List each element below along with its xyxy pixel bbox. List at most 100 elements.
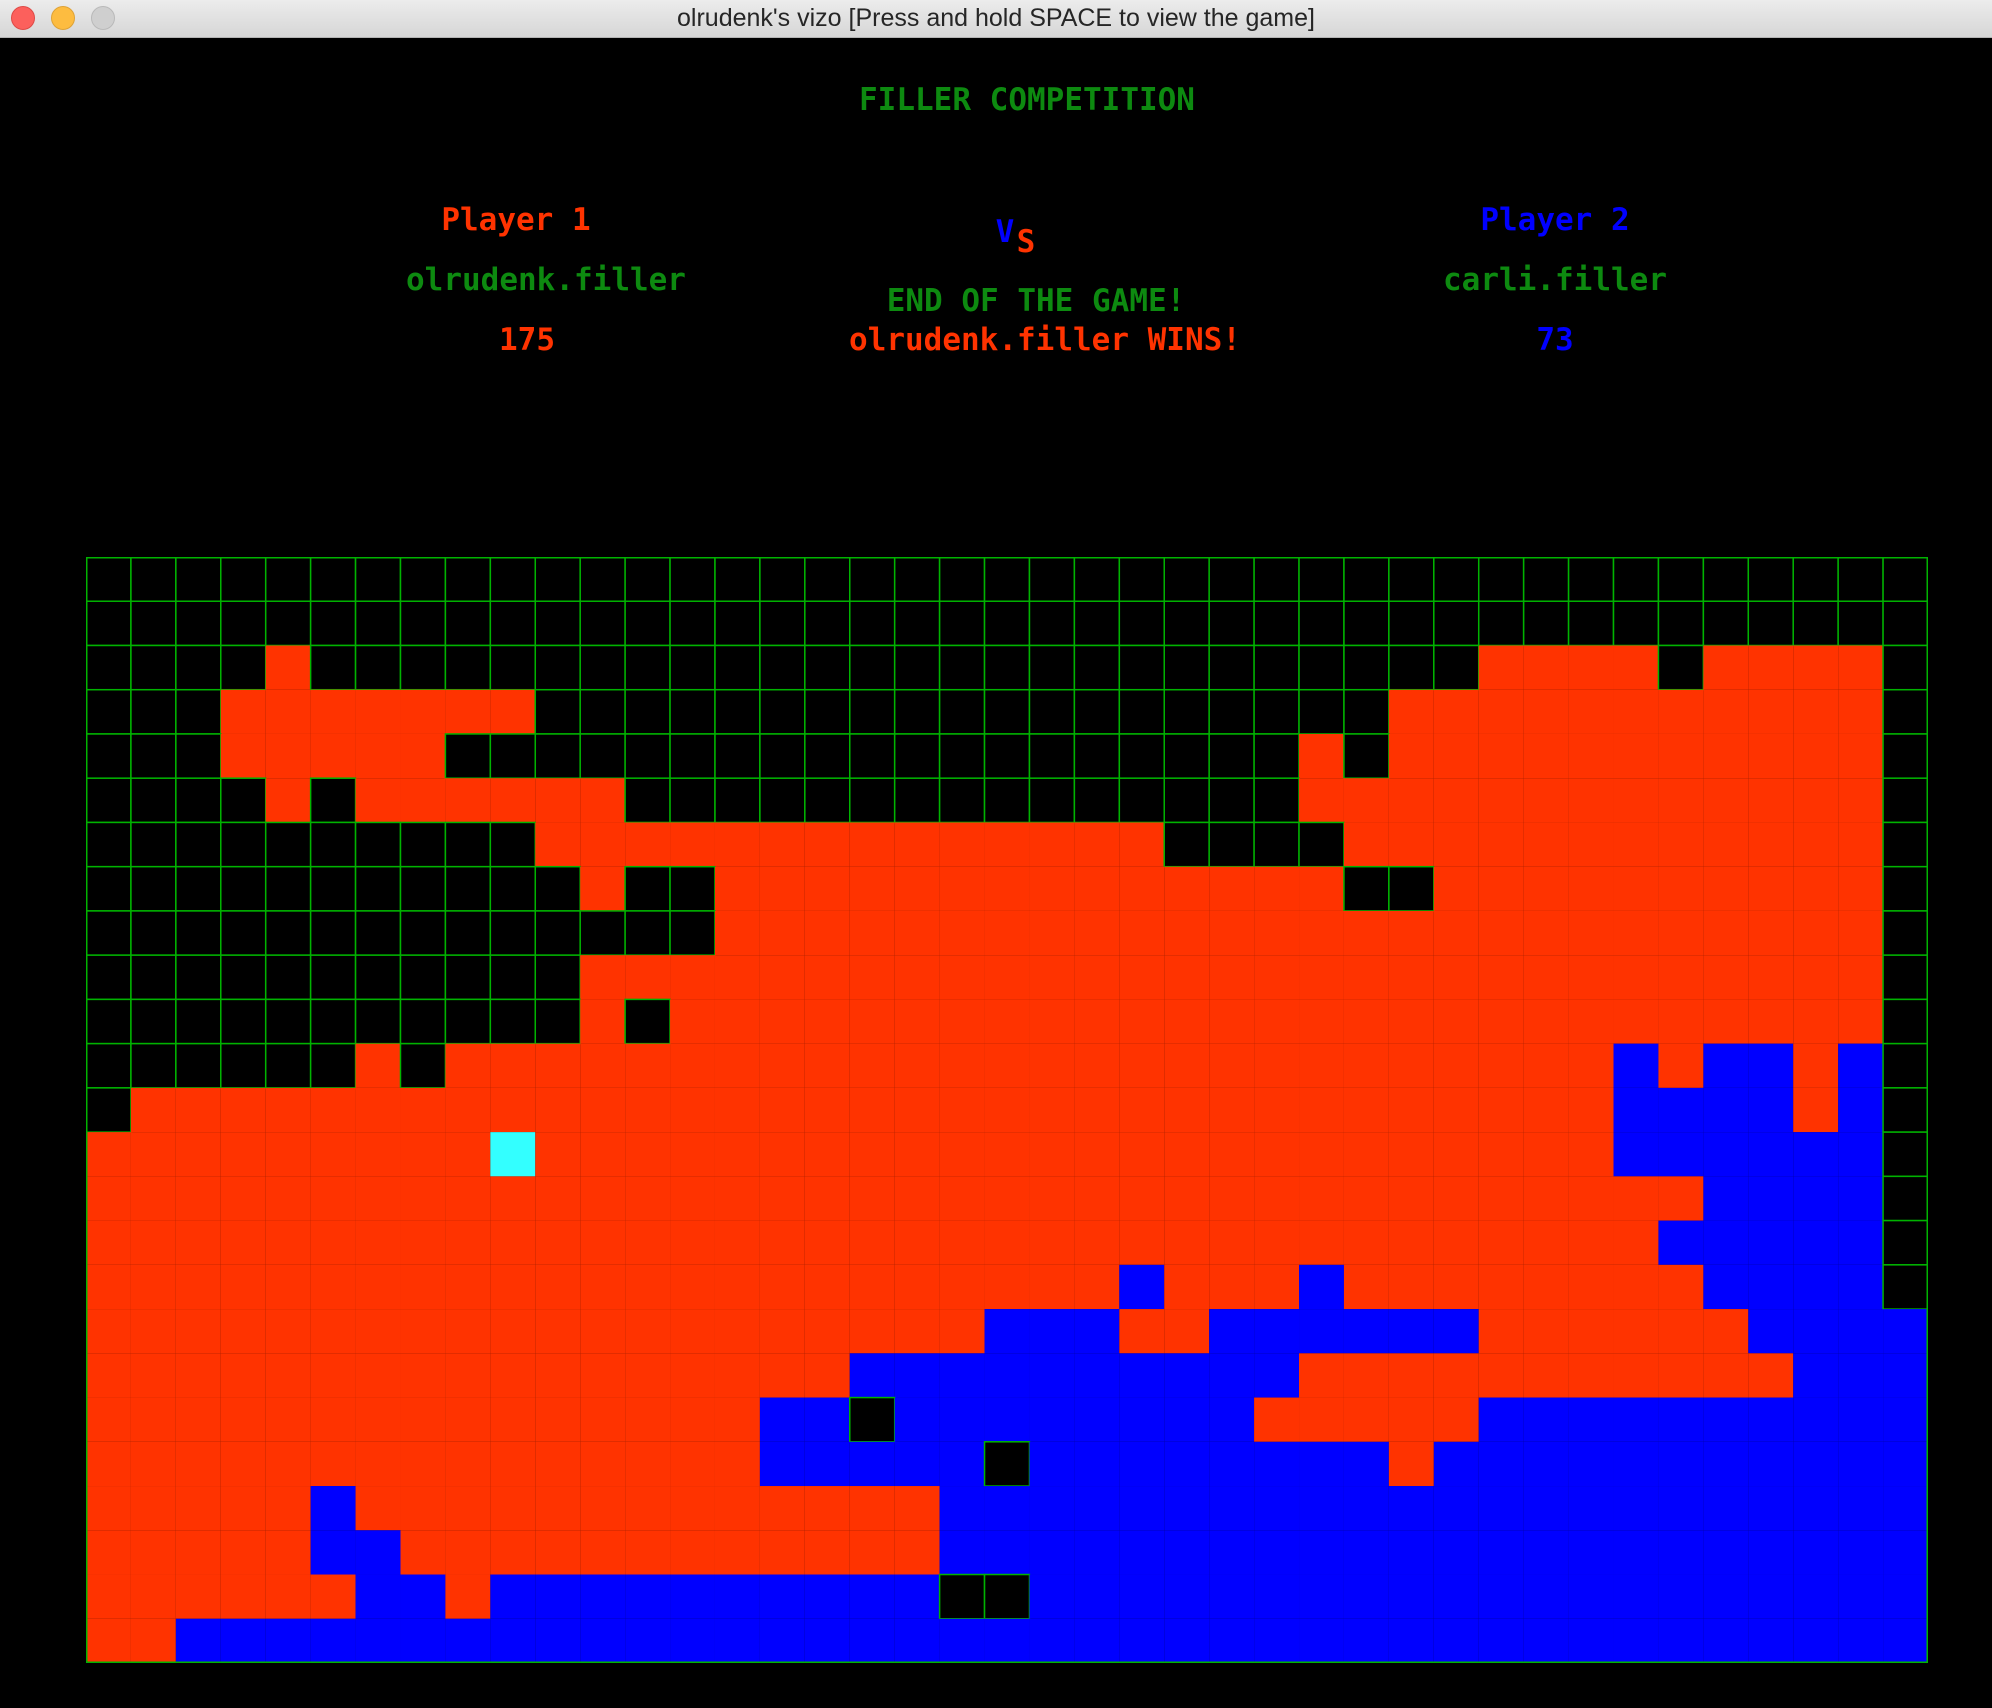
player1-cell: [1254, 955, 1300, 1000]
player2-cell: [1838, 1132, 1884, 1177]
empty-cell: [444, 865, 492, 912]
player1-cell: [1343, 1353, 1389, 1398]
player1-cell: [1388, 822, 1434, 867]
player1-cell: [175, 1574, 221, 1619]
empty-cell: [1163, 600, 1210, 647]
player1-cell: [670, 1309, 715, 1354]
player1-cell: [1299, 733, 1344, 779]
player1-cell: [1299, 1353, 1344, 1398]
player1-cell: [1164, 866, 1210, 911]
player2-cell: [804, 1618, 850, 1663]
player1-cell: [625, 1441, 671, 1487]
player1-cell: [445, 1264, 491, 1310]
empty-cell: [399, 600, 447, 647]
empty-cell: [624, 865, 671, 912]
player1-cell: [220, 1309, 266, 1354]
player1-cell: [1388, 1220, 1434, 1265]
player2-cell: [1029, 1530, 1075, 1575]
player1-cell: [1793, 1087, 1839, 1133]
empty-cell: [220, 557, 267, 602]
player1-cell: [894, 1530, 940, 1575]
player1-cell: [445, 1397, 491, 1442]
player1-cell: [400, 1530, 446, 1575]
player1-cell: [1658, 1309, 1704, 1354]
player1-cell: [1164, 955, 1210, 1000]
empty-cell: [1118, 600, 1165, 647]
empty-cell: [849, 644, 896, 691]
player1-cell: [1613, 955, 1659, 1000]
empty-cell: [1298, 821, 1345, 868]
empty-cell: [1882, 1042, 1928, 1089]
player2-cell: [1748, 1441, 1794, 1487]
player1-cell: [670, 1087, 715, 1133]
player1-cell: [1433, 1353, 1479, 1398]
empty-cell: [1253, 644, 1300, 691]
empty-cell: [130, 733, 177, 779]
empty-cell: [893, 557, 941, 602]
player1-cell: [1388, 1264, 1434, 1310]
empty-cell: [1882, 865, 1928, 912]
player1-cell: [759, 1132, 805, 1177]
player2-cell: [1209, 1618, 1255, 1663]
empty-cell: [759, 557, 806, 602]
player2-cell: [984, 1486, 1030, 1531]
player1-cell: [86, 1618, 131, 1663]
player1-cell: [1613, 822, 1659, 867]
player1-cell: [625, 1043, 671, 1088]
player1-cell: [445, 1530, 491, 1575]
player2-cell: [1568, 1486, 1614, 1531]
player1-cell: [1838, 689, 1884, 734]
player2-cell: [1748, 1574, 1794, 1619]
empty-cell: [1343, 688, 1390, 735]
player1-cell: [1209, 999, 1255, 1044]
player1-cell: [625, 1309, 671, 1354]
player1-cell: [1119, 955, 1165, 1000]
player1-cell: [1748, 733, 1794, 779]
player2-cell: [1343, 1618, 1389, 1663]
player1-cell: [984, 866, 1030, 911]
player2-cell: [939, 1441, 985, 1487]
empty-cell: [86, 1087, 132, 1133]
player1-cell: [849, 955, 895, 1000]
player1-cell: [535, 1087, 581, 1133]
player1-cell: [759, 1043, 805, 1088]
player2-cell: [1433, 1441, 1479, 1487]
player1-cell: [1254, 1264, 1300, 1310]
player2-cell: [1613, 1087, 1659, 1133]
player1-cell: [670, 1353, 715, 1398]
player1-cell: [1478, 1087, 1524, 1133]
player1-cell: [265, 778, 311, 823]
player1-cell: [849, 866, 895, 911]
player1-cell: [1613, 689, 1659, 734]
player2-cell: [1029, 1441, 1075, 1487]
player1-cell: [580, 1486, 626, 1531]
player2-cell: [1658, 1574, 1704, 1619]
player2-cell: [1838, 1397, 1884, 1442]
player2-cell: [1029, 1353, 1075, 1398]
player1-cell: [1074, 866, 1120, 911]
player1-cell: [670, 1132, 715, 1177]
empty-cell: [1118, 644, 1165, 691]
player1-cell: [445, 1574, 491, 1619]
player1-cell: [1209, 1176, 1255, 1221]
player1-cell: [670, 1486, 715, 1531]
player1-cell: [355, 1176, 401, 1221]
player2-cell: [1119, 1618, 1165, 1663]
player1-cell: [1838, 645, 1884, 690]
empty-cell: [893, 733, 941, 779]
player1-cell: [130, 1397, 176, 1442]
empty-cell: [714, 557, 761, 602]
player1-cell: [804, 1176, 850, 1221]
player1-cell: [1388, 1397, 1434, 1442]
player1-cell: [265, 689, 311, 734]
player1-cell: [1478, 1264, 1524, 1310]
empty-cell: [849, 733, 896, 779]
empty-cell: [1028, 733, 1076, 779]
player1-cell: [714, 1176, 760, 1221]
player1-cell: [445, 1309, 491, 1354]
player1-cell: [849, 822, 895, 867]
player2-cell: [714, 1618, 760, 1663]
player1-cell: [759, 955, 805, 1000]
empty-cell: [938, 1573, 986, 1620]
player1-cell: [714, 822, 760, 867]
